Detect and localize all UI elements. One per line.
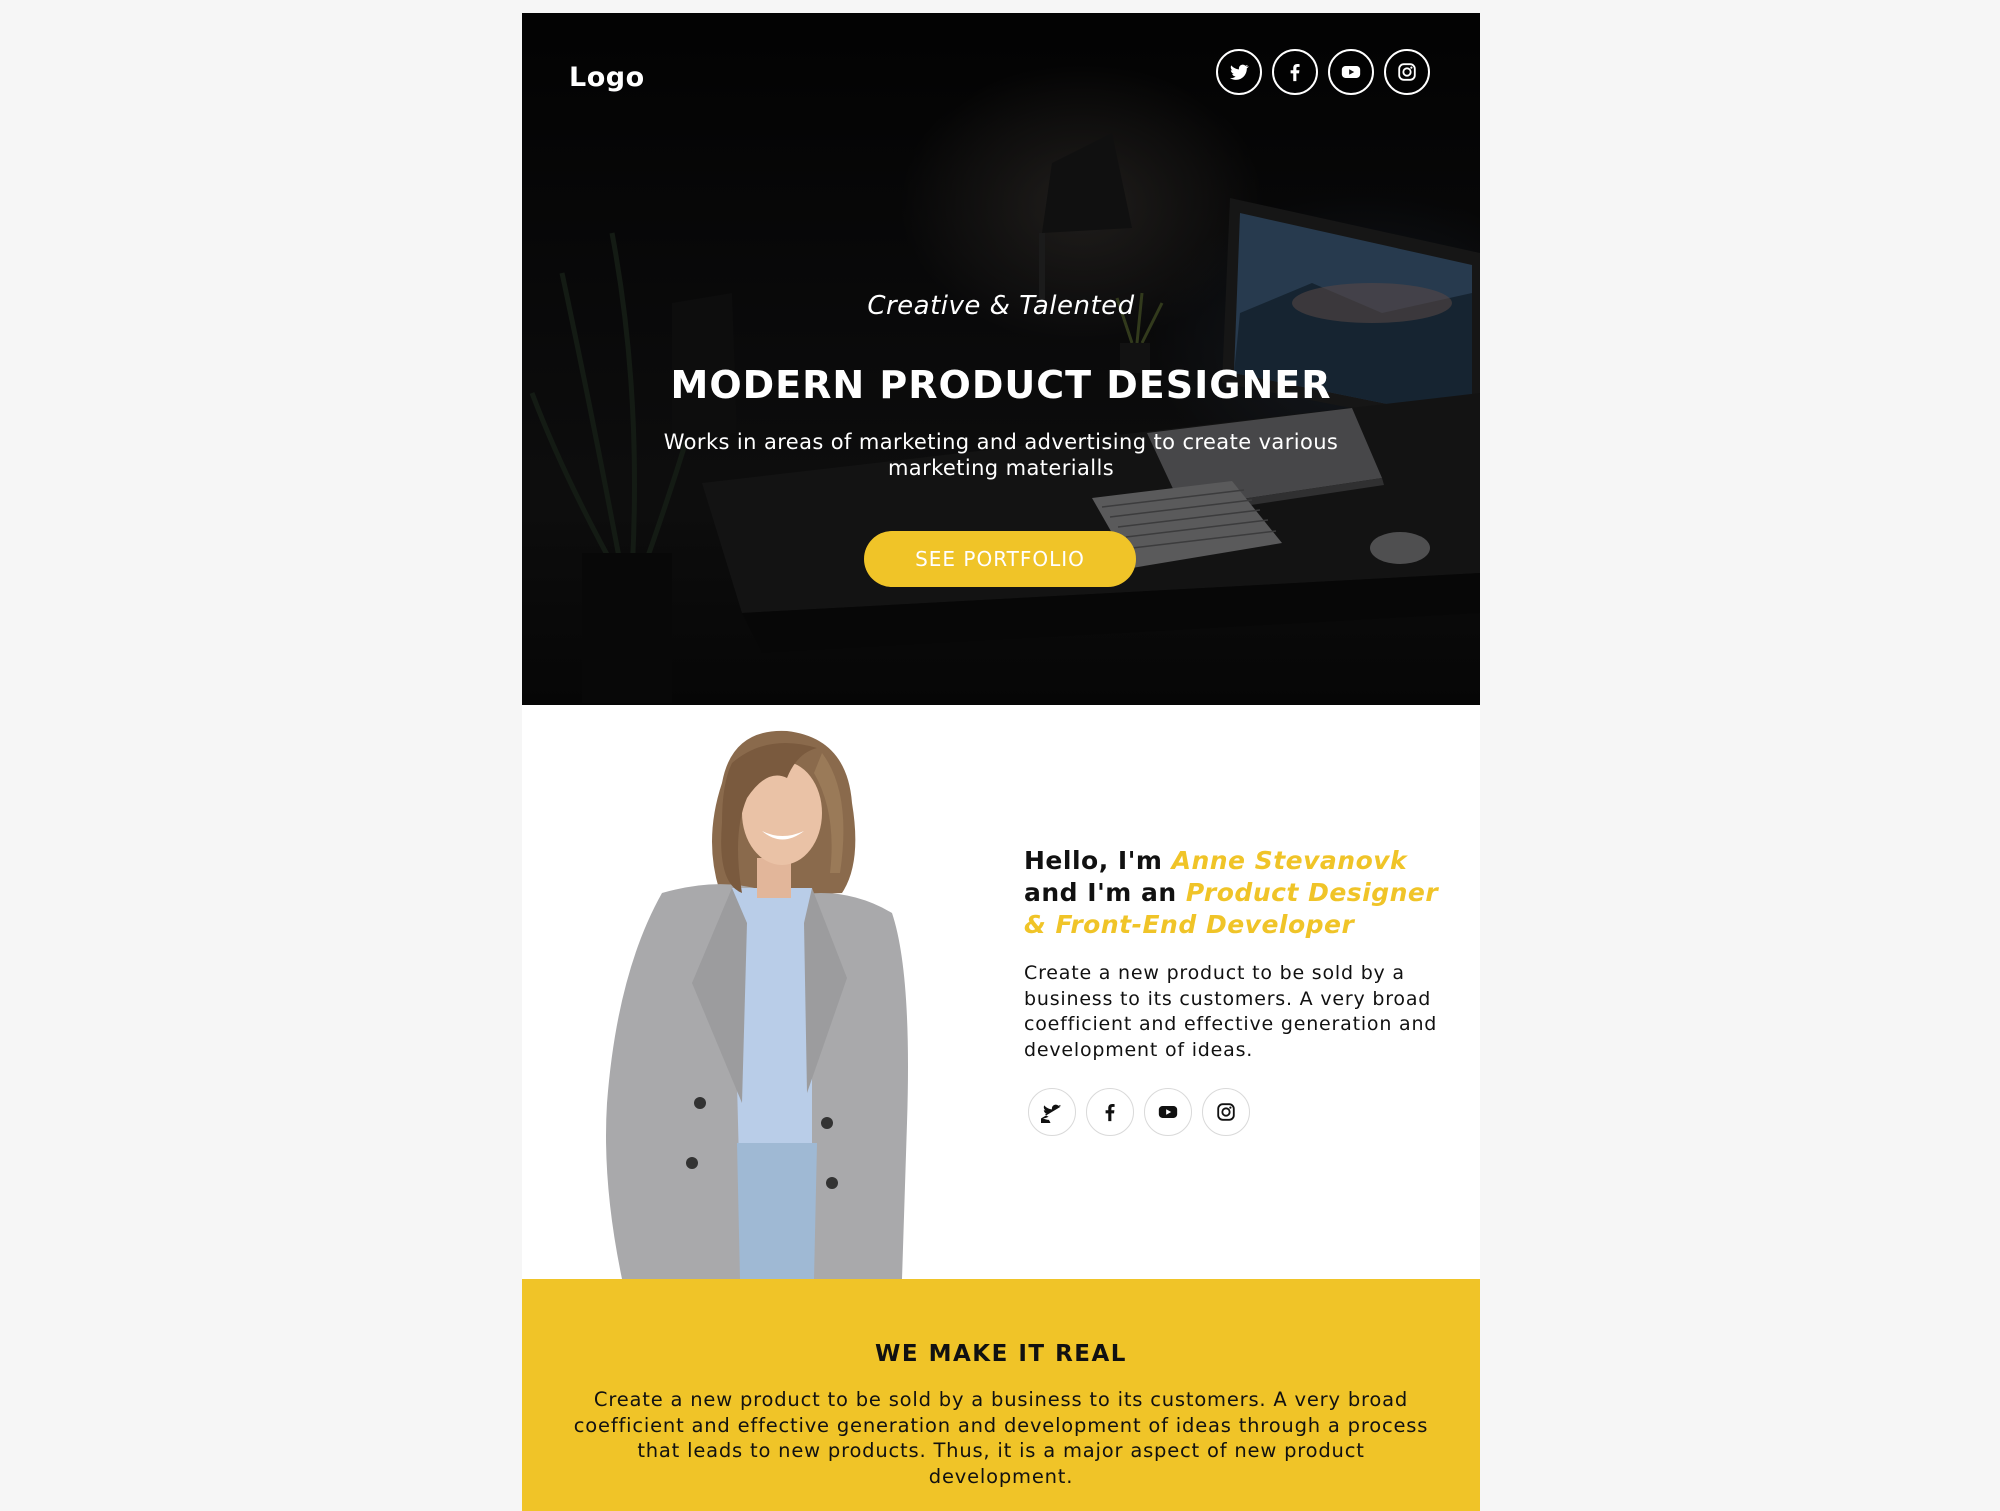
hero-social-links (1216, 49, 1430, 95)
hero-youtube-link[interactable] (1328, 49, 1374, 95)
youtube-icon (1341, 66, 1361, 78)
youtube-icon (1158, 1106, 1178, 1118)
portrait-photo (606, 730, 908, 1279)
about-twitter-link[interactable] (1028, 1088, 1076, 1136)
hero-headline: MODERN PRODUCT DESIGNER (670, 363, 1332, 407)
hero-tagline: Creative & Talented (867, 291, 1135, 321)
twitter-icon (1041, 1104, 1062, 1123)
about-instagram-link[interactable] (1202, 1088, 1250, 1136)
person-name: Anne Stevanovk (1171, 846, 1408, 875)
about-facebook-link[interactable] (1086, 1088, 1134, 1136)
hero-background-image (522, 13, 1480, 705)
email-template: Logo Creative & Talented MODERN PRODUCT … (522, 13, 1480, 1511)
hero-section: Logo Creative & Talented MODERN PRODUCT … (522, 13, 1480, 705)
about-section: Hello, I'm Anne Stevanovk and I'm an Pro… (522, 705, 1480, 1279)
twitter-icon (1230, 64, 1249, 80)
hero-twitter-link[interactable] (1216, 49, 1262, 95)
about-youtube-link[interactable] (1144, 1088, 1192, 1136)
feature-band: WE MAKE IT REAL Create a new product to … (522, 1279, 1480, 1511)
hero-subheading: Works in areas of marketing and advertis… (663, 430, 1339, 480)
greeting-prefix: Hello, I'm (1024, 846, 1172, 875)
band-description: Create a new product to be sold by a bus… (573, 1388, 1429, 1488)
facebook-icon (1290, 64, 1300, 82)
about-description: Create a new product to be sold by a bus… (1024, 962, 1438, 1061)
about-heading: Hello, I'm Anne Stevanovk and I'm an Pro… (1024, 845, 1454, 941)
facebook-icon (1105, 1104, 1115, 1122)
instagram-icon (1217, 1103, 1235, 1121)
about-social-links (1028, 1088, 1250, 1136)
instagram-icon (1398, 63, 1416, 81)
hero-instagram-link[interactable] (1384, 49, 1430, 95)
logo[interactable]: Logo (569, 62, 645, 93)
greeting-middle: and I'm an (1024, 878, 1186, 907)
band-heading: WE MAKE IT REAL (875, 1341, 1127, 1367)
see-portfolio-button[interactable]: SEE PORTFOLIO (864, 531, 1136, 587)
hero-facebook-link[interactable] (1272, 49, 1318, 95)
